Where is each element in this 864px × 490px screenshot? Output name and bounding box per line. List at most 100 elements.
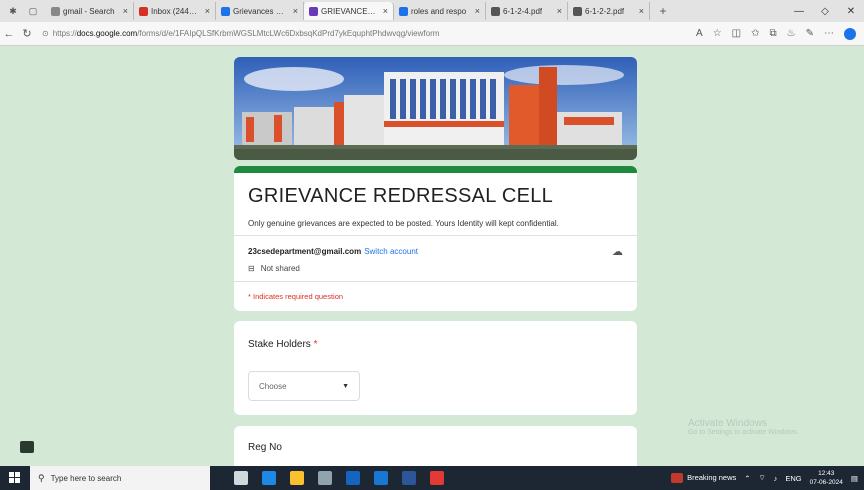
taskbar-search-placeholder: Type here to search xyxy=(50,473,122,483)
clock[interactable]: 12:43 07-06-2024 xyxy=(810,469,843,487)
tab-favicon-icon xyxy=(399,6,408,16)
not-shared-row: ⊟ Not shared xyxy=(248,264,300,273)
notification-icon[interactable]: ▤ xyxy=(851,474,858,483)
tab-favicon-icon xyxy=(139,6,148,16)
tab-actions-icon[interactable]: ▢ xyxy=(26,4,40,18)
not-shared-label: Not shared xyxy=(260,264,300,273)
search-icon: ⚲ xyxy=(38,472,45,483)
browser-tab[interactable]: Grievances Form× xyxy=(216,2,304,20)
language-indicator[interactable]: ENG xyxy=(785,474,801,483)
split-screen-icon[interactable]: ◫ xyxy=(732,28,741,39)
clock-date: 07-06-2024 xyxy=(809,479,843,486)
feedback-icon[interactable] xyxy=(20,441,34,453)
browser-tab[interactable]: 6-1-2-4.pdf × xyxy=(486,2,568,20)
form-description: Only genuine grievances are expected to … xyxy=(248,219,559,228)
browser-tab-strip: ✱ ▢ gmail - Search×Inbox (244) - 23×Grie… xyxy=(0,0,864,22)
form-page: GRIEVANCE REDRESSAL CELL Only genuine gr… xyxy=(0,46,864,466)
tab-close-icon[interactable]: × xyxy=(380,6,388,16)
question-card-reg-no: Reg No xyxy=(234,426,637,466)
windows-taskbar: ⚲ Type here to search Breaking news ⌃ ⌔ … xyxy=(0,466,864,490)
favorite-star-icon[interactable]: ☆ xyxy=(713,28,722,39)
taskbar-app-icon[interactable] xyxy=(374,471,388,485)
news-widget[interactable]: Breaking news xyxy=(671,473,736,483)
browser-tab[interactable]: GRIEVANCE RE × xyxy=(304,2,394,20)
maximize-button[interactable]: ◇ xyxy=(812,6,838,17)
taskbar-app-icon[interactable] xyxy=(430,471,444,485)
form-title: GRIEVANCE REDRESSAL CELL xyxy=(248,185,554,207)
tab-close-icon[interactable]: × xyxy=(202,6,210,16)
url-prefix: https:// xyxy=(52,29,77,38)
pinned-apps xyxy=(234,471,444,485)
refresh-icon[interactable]: ↻ xyxy=(18,27,36,40)
close-window-button[interactable]: ✕ xyxy=(838,6,864,17)
news-label: Breaking news xyxy=(687,472,737,482)
required-note: * Indicates required question xyxy=(248,292,344,301)
tab-close-icon[interactable]: × xyxy=(120,6,128,16)
tab-close-icon[interactable]: × xyxy=(636,6,644,16)
taskbar-app-icon[interactable] xyxy=(318,471,332,485)
tab-favicon-icon xyxy=(221,6,230,16)
tab-favicon-icon xyxy=(491,6,500,16)
tab-label: 6-1-2-4.pdf xyxy=(503,6,543,16)
browser-tab[interactable]: 6-1-2-2.pdf × xyxy=(568,2,650,20)
windows-start-button[interactable] xyxy=(0,472,30,484)
volume-icon[interactable]: ♪ xyxy=(774,474,778,483)
watermark-line2: Go to Settings to activate Windows. xyxy=(688,429,799,436)
tab-favicon-icon xyxy=(573,6,582,16)
question-label: Reg No xyxy=(248,442,282,453)
form-header-image xyxy=(234,57,637,160)
profile-avatar[interactable] xyxy=(844,27,856,40)
taskbar-app-icon[interactable] xyxy=(290,471,304,485)
tab-close-icon[interactable]: × xyxy=(290,6,298,16)
tab-label: roles and respo xyxy=(411,6,467,16)
watermark-line1: Activate Windows xyxy=(688,418,767,429)
back-arrow-icon[interactable]: ← xyxy=(0,28,18,40)
favorites-icon[interactable]: ✩ xyxy=(751,28,759,39)
extensions-icon[interactable]: ✎ xyxy=(806,28,814,39)
not-shared-icon: ⊟ xyxy=(248,264,255,273)
tray-overflow-icon[interactable]: ⌃ xyxy=(744,474,750,483)
tab-label: Inbox (244) - 23 xyxy=(151,6,199,16)
taskbar-app-icon[interactable] xyxy=(346,471,360,485)
browser-tab[interactable]: gmail - Search × xyxy=(46,2,134,20)
tab-label: gmail - Search xyxy=(63,6,115,16)
activate-windows-watermark: Activate Windows Go to Settings to activ… xyxy=(688,418,799,436)
clock-time: 12:43 xyxy=(818,470,835,477)
url-field[interactable]: ⊙ https://docs.google.com/forms/d/e/1FAI… xyxy=(42,25,622,43)
url-path: /forms/d/e/1FAIpQLSfKrbmWGSLMtcLWc6Dxbsq… xyxy=(137,29,440,38)
switch-account-link[interactable]: Switch account xyxy=(364,247,418,256)
account-email: 23csedepartment@gmail.com xyxy=(248,247,362,256)
tab-close-icon[interactable]: × xyxy=(472,6,480,16)
more-menu-icon[interactable]: ⋯ xyxy=(824,28,834,39)
form-title-card: GRIEVANCE REDRESSAL CELL Only genuine gr… xyxy=(234,166,637,311)
performance-icon[interactable]: ♨ xyxy=(787,28,796,39)
taskbar-app-icon[interactable] xyxy=(402,471,416,485)
new-tab-button[interactable]: + xyxy=(656,4,670,18)
address-bar-row: ← ↻ ⊙ https://docs.google.com/forms/d/e/… xyxy=(0,22,864,46)
tab-label: GRIEVANCE RE xyxy=(321,6,377,16)
divider xyxy=(234,281,637,282)
network-icon[interactable]: ⌔ xyxy=(759,473,766,483)
taskbar-app-icon[interactable] xyxy=(234,471,248,485)
tab-favicon-icon xyxy=(51,6,60,16)
divider xyxy=(234,235,637,236)
question-card-stake-holders: Stake Holders * Choose ▼ xyxy=(234,321,637,415)
account-info: 23csedepartment@gmail.com Switch account xyxy=(248,247,418,256)
stake-holders-dropdown[interactable]: Choose ▼ xyxy=(248,371,360,401)
browser-tab[interactable]: roles and respo × xyxy=(394,2,486,20)
question-title: Stake Holders * xyxy=(248,339,318,350)
minimize-button[interactable]: — xyxy=(786,6,812,17)
read-aloud-icon[interactable]: A xyxy=(696,28,703,39)
news-icon xyxy=(671,473,684,483)
taskbar-app-icon[interactable] xyxy=(262,471,276,485)
cloud-offline-icon: ☁ xyxy=(612,246,623,258)
question-label: Stake Holders xyxy=(248,339,311,350)
tab-close-icon[interactable]: × xyxy=(554,6,562,16)
browser-app-icon[interactable]: ✱ xyxy=(6,4,20,18)
windows-logo-icon xyxy=(9,472,20,483)
collections-icon[interactable]: ⧉ xyxy=(770,28,777,39)
required-asterisk: * xyxy=(313,339,318,350)
browser-tab[interactable]: Inbox (244) - 23× xyxy=(134,2,216,20)
chevron-down-icon: ▼ xyxy=(342,382,349,390)
taskbar-search[interactable]: ⚲ Type here to search xyxy=(30,466,210,490)
